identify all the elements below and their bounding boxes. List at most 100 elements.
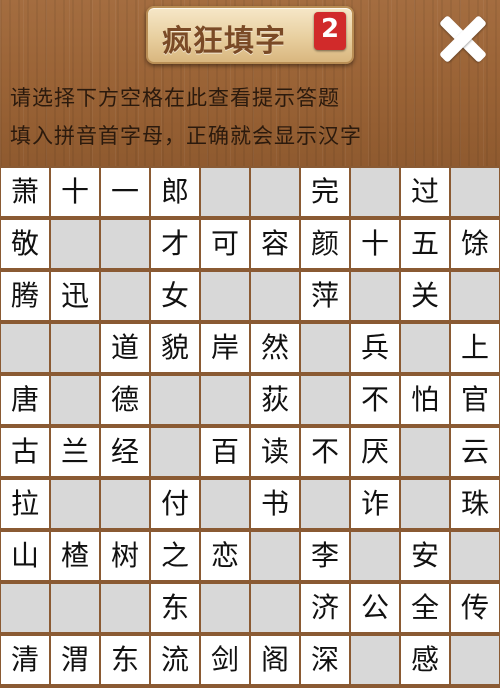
grid-cell-empty[interactable] <box>451 636 499 684</box>
grid-cell[interactable]: 馀 <box>451 220 499 268</box>
grid-cell[interactable]: 树 <box>101 532 149 580</box>
grid-cell[interactable]: 感 <box>401 636 449 684</box>
grid-cell[interactable]: 荻 <box>251 376 299 424</box>
grid-cell[interactable]: 书 <box>251 480 299 528</box>
grid-cell[interactable]: 十 <box>51 168 99 216</box>
grid-cell-empty[interactable] <box>201 376 249 424</box>
grid-cell-empty[interactable] <box>101 480 149 528</box>
grid-cell[interactable]: 兵 <box>351 324 399 372</box>
grid-cell-empty[interactable] <box>101 272 149 320</box>
grid-cell[interactable]: 云 <box>451 428 499 476</box>
grid-cell[interactable]: 十 <box>351 220 399 268</box>
grid-cell-empty[interactable] <box>351 636 399 684</box>
grid-cell[interactable]: 剑 <box>201 636 249 684</box>
grid-cell-empty[interactable] <box>251 584 299 632</box>
grid-cell-empty[interactable] <box>251 168 299 216</box>
grid-cell-empty[interactable] <box>401 324 449 372</box>
grid-cell[interactable]: 传 <box>451 584 499 632</box>
grid-cell[interactable]: 关 <box>401 272 449 320</box>
grid-cell-empty[interactable] <box>151 428 199 476</box>
grid-cell-empty[interactable] <box>51 376 99 424</box>
grid-cell[interactable]: 萧 <box>1 168 49 216</box>
grid-cell[interactable]: 官 <box>451 376 499 424</box>
grid-cell[interactable]: 岸 <box>201 324 249 372</box>
grid-cell-empty[interactable] <box>451 272 499 320</box>
grid-cell[interactable]: 道 <box>101 324 149 372</box>
grid-cell[interactable]: 清 <box>1 636 49 684</box>
grid-cell[interactable]: 诈 <box>351 480 399 528</box>
grid-cell[interactable]: 然 <box>251 324 299 372</box>
grid-cell[interactable]: 深 <box>301 636 349 684</box>
grid-cell[interactable]: 郎 <box>151 168 199 216</box>
grid-cell[interactable]: 厌 <box>351 428 399 476</box>
grid-cell-empty[interactable] <box>351 168 399 216</box>
grid-cell-empty[interactable] <box>1 584 49 632</box>
grid-cell-empty[interactable] <box>301 376 349 424</box>
grid-cell[interactable]: 兰 <box>51 428 99 476</box>
grid-cell[interactable]: 过 <box>401 168 449 216</box>
grid-cell[interactable]: 全 <box>401 584 449 632</box>
grid-cell[interactable]: 萍 <box>301 272 349 320</box>
grid-cell[interactable]: 渭 <box>51 636 99 684</box>
grid-cell-empty[interactable] <box>401 428 449 476</box>
grid-cell[interactable]: 古 <box>1 428 49 476</box>
grid-cell-empty[interactable] <box>101 220 149 268</box>
grid-cell[interactable]: 济 <box>301 584 349 632</box>
grid-cell[interactable]: 才 <box>151 220 199 268</box>
grid-cell[interactable]: 女 <box>151 272 199 320</box>
grid-cell[interactable]: 李 <box>301 532 349 580</box>
grid-cell[interactable]: 流 <box>151 636 199 684</box>
grid-cell[interactable]: 腾 <box>1 272 49 320</box>
grid-cell-empty[interactable] <box>401 480 449 528</box>
grid-cell[interactable]: 公 <box>351 584 399 632</box>
grid-cell[interactable]: 怕 <box>401 376 449 424</box>
grid-cell[interactable]: 经 <box>101 428 149 476</box>
grid-cell[interactable]: 之 <box>151 532 199 580</box>
grid-cell[interactable]: 阁 <box>251 636 299 684</box>
grid-cell[interactable]: 珠 <box>451 480 499 528</box>
grid-cell-empty[interactable] <box>51 584 99 632</box>
grid-cell[interactable]: 拉 <box>1 480 49 528</box>
grid-cell-empty[interactable] <box>51 324 99 372</box>
grid-cell-empty[interactable] <box>451 532 499 580</box>
grid-cell-empty[interactable] <box>351 272 399 320</box>
grid-cell-empty[interactable] <box>251 272 299 320</box>
grid-cell[interactable]: 貌 <box>151 324 199 372</box>
grid-cell[interactable]: 颜 <box>301 220 349 268</box>
grid-cell[interactable]: 容 <box>251 220 299 268</box>
grid-cell[interactable]: 一 <box>101 168 149 216</box>
grid-cell-empty[interactable] <box>301 324 349 372</box>
grid-cell-empty[interactable] <box>201 584 249 632</box>
grid-cell[interactable]: 迅 <box>51 272 99 320</box>
grid-cell-empty[interactable] <box>351 532 399 580</box>
grid-cell[interactable]: 东 <box>101 636 149 684</box>
grid-cell[interactable]: 敬 <box>1 220 49 268</box>
grid-cell-empty[interactable] <box>301 480 349 528</box>
grid-cell[interactable]: 德 <box>101 376 149 424</box>
grid-cell[interactable]: 山 <box>1 532 49 580</box>
grid-cell-empty[interactable] <box>1 324 49 372</box>
grid-cell[interactable]: 不 <box>301 428 349 476</box>
grid-cell[interactable]: 五 <box>401 220 449 268</box>
grid-cell[interactable]: 付 <box>151 480 199 528</box>
grid-cell[interactable]: 唐 <box>1 376 49 424</box>
grid-cell-empty[interactable] <box>251 532 299 580</box>
grid-cell[interactable]: 不 <box>351 376 399 424</box>
grid-cell[interactable]: 可 <box>201 220 249 268</box>
grid-cell[interactable]: 安 <box>401 532 449 580</box>
grid-cell-empty[interactable] <box>51 480 99 528</box>
grid-cell-empty[interactable] <box>201 480 249 528</box>
grid-cell-empty[interactable] <box>201 168 249 216</box>
grid-cell[interactable]: 读 <box>251 428 299 476</box>
close-icon[interactable] <box>438 14 488 64</box>
grid-cell-empty[interactable] <box>201 272 249 320</box>
grid-cell[interactable]: 百 <box>201 428 249 476</box>
grid-cell[interactable]: 上 <box>451 324 499 372</box>
grid-cell[interactable]: 完 <box>301 168 349 216</box>
grid-cell-empty[interactable] <box>151 376 199 424</box>
grid-cell[interactable]: 楂 <box>51 532 99 580</box>
grid-cell-empty[interactable] <box>101 584 149 632</box>
grid-cell-empty[interactable] <box>451 168 499 216</box>
grid-cell-empty[interactable] <box>51 220 99 268</box>
grid-cell[interactable]: 东 <box>151 584 199 632</box>
